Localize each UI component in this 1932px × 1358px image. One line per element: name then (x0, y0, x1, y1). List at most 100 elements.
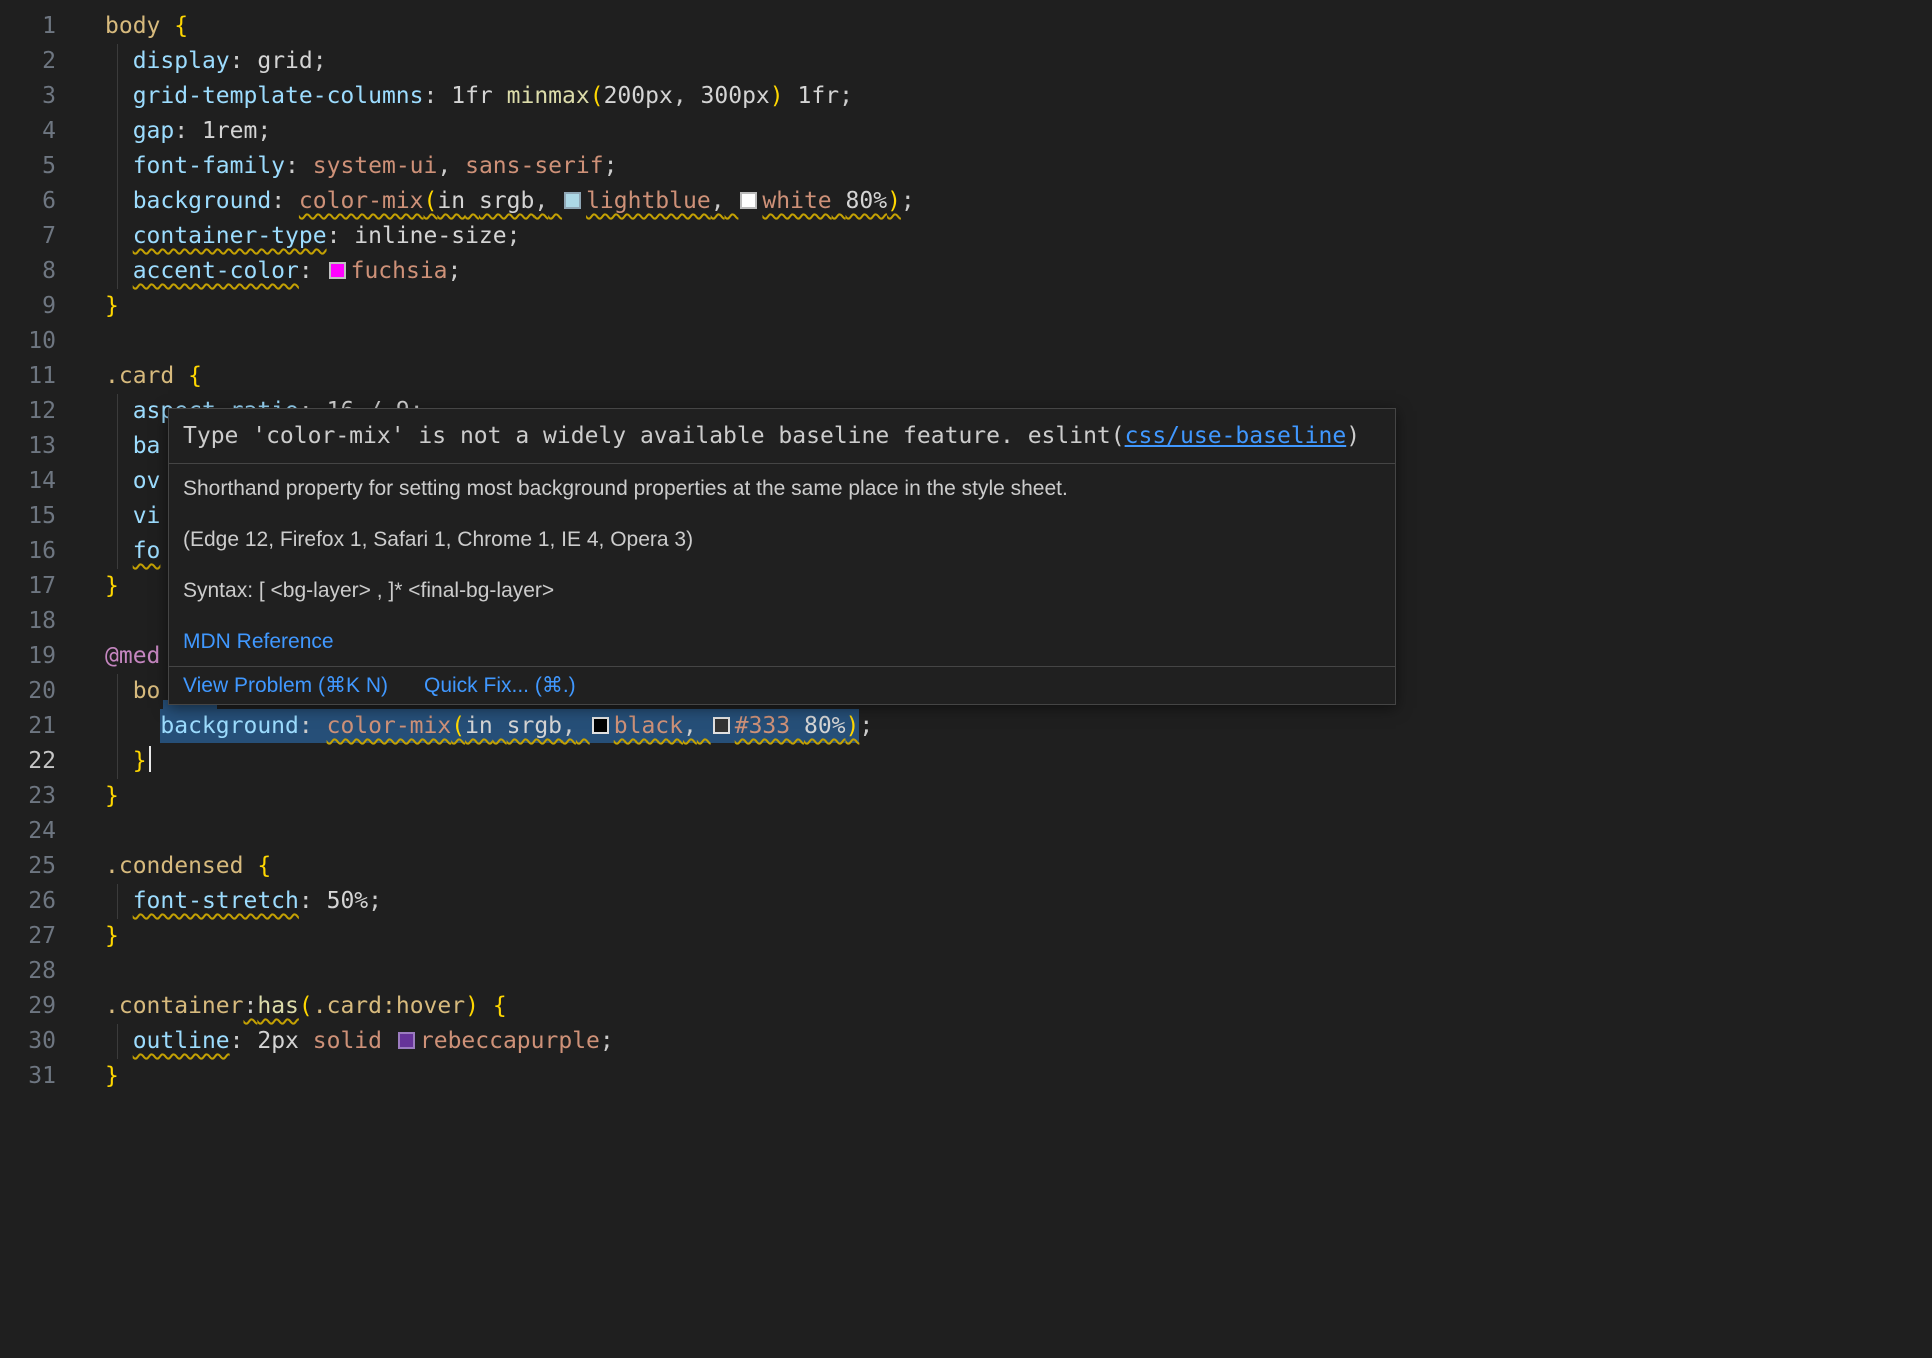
line-number[interactable]: 30 (0, 1024, 56, 1059)
code-token: { (188, 363, 202, 389)
code-line[interactable]: 24 (0, 814, 1932, 849)
code-line[interactable]: 9} (0, 289, 1932, 324)
code-line[interactable]: 25.condensed { (0, 849, 1932, 884)
hover-action-bar: View Problem (⌘K N) Quick Fix... (⌘.) (169, 667, 1395, 704)
color-swatch[interactable] (713, 717, 730, 734)
diagnostic-text: Type 'color-mix' is not a widely availab… (183, 423, 1028, 449)
line-number[interactable]: 10 (0, 324, 56, 359)
code-token: 80% (846, 188, 888, 214)
line-number[interactable]: 8 (0, 254, 56, 289)
line-number[interactable]: 9 (0, 289, 56, 324)
code-token: 1fr (451, 83, 493, 109)
code-line[interactable]: 1body { (0, 9, 1932, 44)
line-number[interactable]: 15 (0, 499, 56, 534)
code-token: ; (901, 188, 915, 214)
code-token (105, 398, 133, 424)
code-token: : (424, 83, 438, 109)
eslint-rule-link[interactable]: css/use-baseline (1125, 423, 1347, 449)
code-token (174, 363, 188, 389)
line-number[interactable]: 28 (0, 954, 56, 989)
code-line[interactable]: 11.card { (0, 359, 1932, 394)
code-token: ) (846, 709, 860, 743)
code-token: grid (257, 48, 312, 74)
code-token (105, 1028, 133, 1054)
line-number[interactable]: 26 (0, 884, 56, 919)
code-token (105, 503, 133, 529)
quick-fix-action[interactable]: Quick Fix... (⌘.) (424, 673, 576, 698)
line-number[interactable]: 16 (0, 534, 56, 569)
code-line[interactable]: 29.container:has(.card:hover) { (0, 989, 1932, 1024)
line-number[interactable]: 25 (0, 849, 56, 884)
code-line[interactable]: 2 display: grid; (0, 44, 1932, 79)
code-token: sans-serif (465, 153, 603, 179)
indent-guide-line (117, 499, 118, 534)
code-line[interactable]: 21 background: color-mix(in srgb, black,… (0, 709, 1932, 744)
code-token: ( (424, 188, 438, 214)
line-number[interactable]: 5 (0, 149, 56, 184)
code-token: , (562, 709, 576, 743)
code-token: ; (604, 153, 618, 179)
line-number[interactable]: 4 (0, 114, 56, 149)
code-token (160, 13, 174, 39)
mdn-reference-link[interactable]: MDN Reference (183, 630, 334, 653)
line-number[interactable]: 7 (0, 219, 56, 254)
indent-guide-line (117, 674, 118, 709)
line-number[interactable]: 21 (0, 709, 56, 744)
code-line[interactable]: 31} (0, 1059, 1932, 1094)
code-line[interactable]: 23} (0, 779, 1932, 814)
code-line[interactable]: 5 font-family: system-ui, sans-serif; (0, 149, 1932, 184)
line-number[interactable]: 29 (0, 989, 56, 1024)
code-token: ; (507, 223, 521, 249)
line-number[interactable]: 1 (0, 9, 56, 44)
line-number[interactable]: 11 (0, 359, 56, 394)
line-number[interactable]: 20 (0, 674, 56, 709)
code-token: .container (105, 993, 243, 1019)
code-line[interactable]: 8 accent-color: fuchsia; (0, 254, 1932, 289)
line-number[interactable]: 3 (0, 79, 56, 114)
code-token (105, 188, 133, 214)
code-line[interactable]: 10 (0, 324, 1932, 359)
code-line[interactable]: 22 } (0, 744, 1932, 779)
line-number[interactable]: 31 (0, 1059, 56, 1094)
line-number[interactable]: 24 (0, 814, 56, 849)
code-line[interactable]: 7 container-type: inline-size; (0, 219, 1932, 254)
browser-support: (Edge 12, Firefox 1, Safari 1, Chrome 1,… (183, 527, 1381, 552)
color-swatch[interactable] (329, 262, 346, 279)
code-line[interactable]: 3 grid-template-columns: 1fr minmax(200p… (0, 79, 1932, 114)
code-token: { (257, 853, 271, 879)
line-number[interactable]: 19 (0, 639, 56, 674)
code-token: background (160, 709, 298, 743)
view-problem-action[interactable]: View Problem (⌘K N) (183, 673, 388, 698)
indent-guide-line (117, 709, 118, 744)
color-swatch[interactable] (740, 192, 757, 209)
code-token: : (230, 48, 244, 74)
line-number[interactable]: 14 (0, 464, 56, 499)
line-number[interactable]: 2 (0, 44, 56, 79)
code-token (465, 188, 479, 214)
code-line[interactable]: 4 gap: 1rem; (0, 114, 1932, 149)
code-token: black (614, 709, 683, 743)
code-token: @med (105, 643, 160, 669)
line-number[interactable]: 18 (0, 604, 56, 639)
line-number[interactable]: 27 (0, 919, 56, 954)
code-token: fo (133, 538, 161, 564)
code-token: ( (590, 83, 604, 109)
code-line[interactable]: 28 (0, 954, 1932, 989)
color-swatch[interactable] (564, 192, 581, 209)
line-number[interactable]: 6 (0, 184, 56, 219)
code-token: body (105, 13, 160, 39)
code-token: ; (257, 118, 271, 144)
code-token: } (105, 573, 119, 599)
indent-guide-line (117, 114, 118, 149)
line-number[interactable]: 22 (0, 744, 56, 779)
code-line[interactable]: 27} (0, 919, 1932, 954)
color-swatch[interactable] (398, 1032, 415, 1049)
line-number[interactable]: 17 (0, 569, 56, 604)
line-number[interactable]: 12 (0, 394, 56, 429)
line-number[interactable]: 13 (0, 429, 56, 464)
color-swatch[interactable] (592, 717, 609, 734)
code-line[interactable]: 26 font-stretch: 50%; (0, 884, 1932, 919)
code-line[interactable]: 30 outline: 2px solid rebeccapurple; (0, 1024, 1932, 1059)
code-line[interactable]: 6 background: color-mix(in srgb, lightbl… (0, 184, 1932, 219)
line-number[interactable]: 23 (0, 779, 56, 814)
